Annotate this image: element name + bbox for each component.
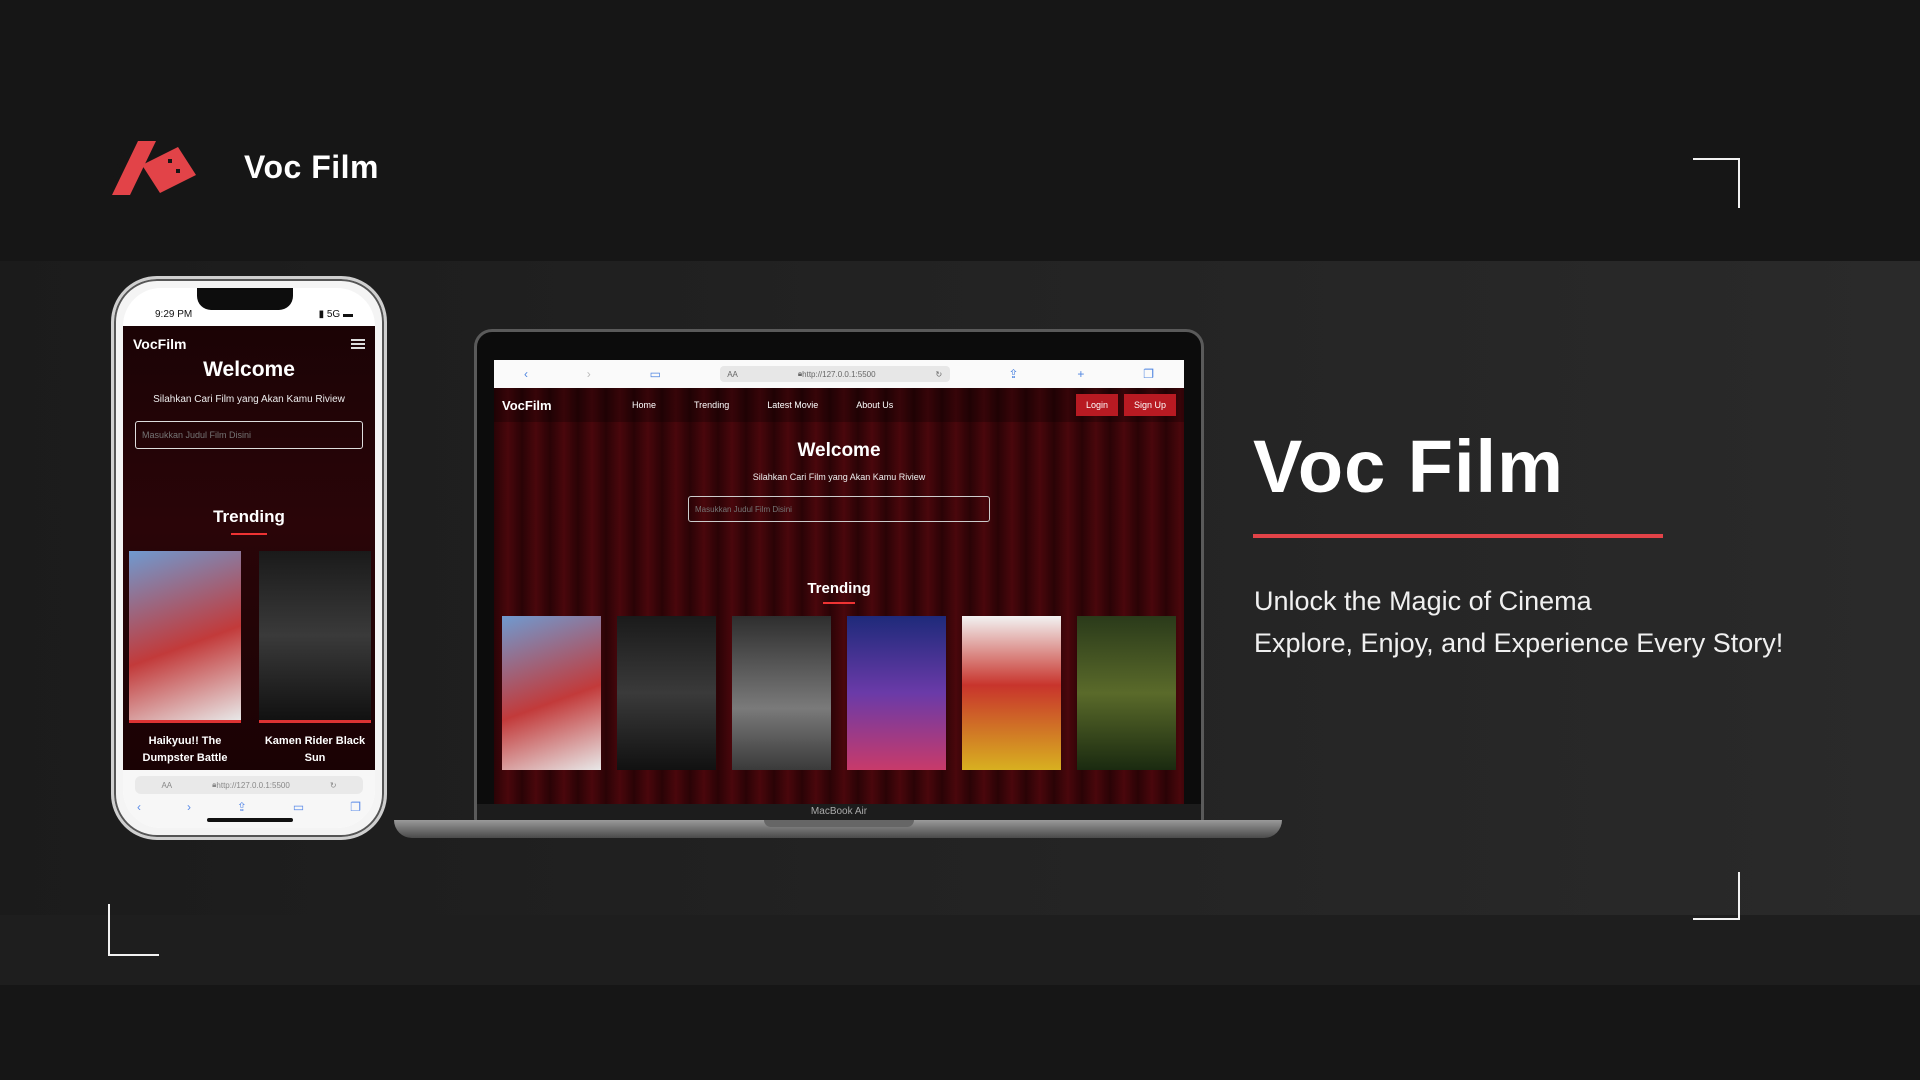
hero-title: Voc Film xyxy=(1253,425,1564,508)
phone-subtitle: Silahkan Cari Film yang Akan Kamu Riview xyxy=(153,394,345,405)
share-icon[interactable]: ⇪ xyxy=(237,800,247,814)
laptop-app-logo[interactable]: VocFilm xyxy=(502,398,632,413)
reload-icon[interactable]: ↻ xyxy=(936,370,943,379)
reload-icon[interactable]: ↻ xyxy=(330,781,337,790)
forward-icon[interactable]: › xyxy=(587,367,591,381)
laptop-model-label: MacBook Air xyxy=(477,804,1201,820)
login-button[interactable]: Login xyxy=(1075,394,1118,416)
poster-card[interactable]: Haikyuu!! The Dumpster Battle xyxy=(129,551,241,767)
laptop-trending-heading: Trending xyxy=(807,580,871,597)
corner-bracket-bottom-right xyxy=(1693,872,1740,920)
laptop-mockup: ‹ › ▭ AA 🔒︎ http://127.0.0.1:5500 ↻ ⇪ + … xyxy=(474,329,1204,823)
phone-poster-row: Haikyuu!! The Dumpster Battle Kamen Ride… xyxy=(123,551,375,767)
hero-tagline-line-1: Unlock the Magic of Cinema xyxy=(1254,586,1592,616)
bookmarks-icon[interactable]: ▭ xyxy=(650,367,661,381)
phone-notch xyxy=(197,288,293,310)
phone-browser-toolbar: ‹ › ⇪ ▭ ❐ xyxy=(123,794,375,814)
laptop-aa-label[interactable]: AA xyxy=(727,370,738,379)
corner-bracket-top-right xyxy=(1693,158,1740,208)
network-label: 5G xyxy=(326,309,341,320)
phone-time: 9:29 PM xyxy=(155,309,193,320)
laptop-screen: ‹ › ▭ AA 🔒︎ http://127.0.0.1:5500 ↻ ⇪ + … xyxy=(494,360,1184,810)
phone-screen: 9:29 PM ▮ 5G ▬ VocFilm Welcome Silahkan … xyxy=(123,288,375,828)
hero-tagline-line-2: Explore, Enjoy, and Experience Every Sto… xyxy=(1254,628,1784,658)
home-indicator xyxy=(207,818,293,822)
back-icon[interactable]: ‹ xyxy=(137,800,141,814)
poster-image[interactable] xyxy=(847,616,946,770)
phone-trending-underline xyxy=(231,533,267,535)
phone-mockup: 9:29 PM ▮ 5G ▬ VocFilm Welcome Silahkan … xyxy=(111,276,387,840)
laptop-browser-bar: ‹ › ▭ AA 🔒︎ http://127.0.0.1:5500 ↻ ⇪ + … xyxy=(494,360,1184,388)
brand-header: Voc Film xyxy=(108,122,379,212)
poster-image[interactable] xyxy=(732,616,831,770)
phone-url-bar[interactable]: AA 🔒︎ http://127.0.0.1:5500 ↻ xyxy=(135,776,363,794)
poster-title: Haikyuu!! The Dumpster Battle xyxy=(142,735,228,764)
brand-name: Voc Film xyxy=(244,148,379,185)
poster-image[interactable] xyxy=(259,551,371,723)
phone-url-text: http://127.0.0.1:5500 xyxy=(216,780,290,790)
poster-image[interactable] xyxy=(962,616,1061,770)
sign-up-button[interactable]: Sign Up xyxy=(1123,394,1176,416)
corner-bracket-bottom-left xyxy=(108,904,159,956)
laptop-hinge-notch xyxy=(764,820,914,827)
phone-navbar: VocFilm xyxy=(123,326,375,352)
poster-card[interactable]: Kamen Rider Black Sun xyxy=(259,551,371,767)
phone-welcome-heading: Welcome xyxy=(203,358,295,381)
film-strip-logo-icon xyxy=(112,141,196,195)
phone-browser-bar: AA 🔒︎ http://127.0.0.1:5500 ↻ ‹ › ⇪ ▭ ❐ xyxy=(123,770,375,828)
tabs-icon[interactable]: ❐ xyxy=(350,800,361,814)
back-icon[interactable]: ‹ xyxy=(524,367,528,381)
new-tab-icon[interactable]: + xyxy=(1077,367,1084,381)
phone-app: VocFilm Welcome Silahkan Cari Film yang … xyxy=(123,326,375,770)
bookmarks-icon[interactable]: ▭ xyxy=(293,800,304,814)
laptop-welcome-heading: Welcome xyxy=(797,440,881,461)
laptop-poster-row xyxy=(494,616,1184,770)
nav-about-us[interactable]: About Us xyxy=(856,400,893,410)
forward-icon[interactable]: › xyxy=(187,800,191,814)
laptop-url-bar[interactable]: AA 🔒︎ http://127.0.0.1:5500 ↻ xyxy=(719,366,950,382)
laptop-nav-links: Home Trending Latest Movie About Us xyxy=(632,400,1070,410)
phone-app-logo[interactable]: VocFilm xyxy=(133,336,186,352)
tabs-icon[interactable]: ❐ xyxy=(1143,367,1154,381)
poster-image[interactable] xyxy=(1077,616,1176,770)
laptop-search-input[interactable] xyxy=(688,496,990,522)
hero-tagline: Unlock the Magic of Cinema Explore, Enjo… xyxy=(1254,580,1904,664)
background-band-lower xyxy=(0,915,1920,985)
nav-home[interactable]: Home xyxy=(632,400,656,410)
laptop-subtitle: Silahkan Cari Film yang Akan Kamu Riview xyxy=(752,472,926,482)
signal-bars-icon: ▮ xyxy=(318,309,325,320)
share-icon[interactable]: ⇪ xyxy=(1009,367,1019,381)
nav-latest-movie[interactable]: Latest Movie xyxy=(767,400,818,410)
phone-aa-label[interactable]: AA xyxy=(161,781,172,790)
battery-icon: ▬ xyxy=(343,309,353,320)
laptop-trending-underline xyxy=(823,602,855,604)
hero-underline xyxy=(1253,534,1663,538)
phone-signal: ▮ 5G ▬ xyxy=(319,309,353,320)
phone-search-input[interactable] xyxy=(135,421,363,449)
laptop-app: VocFilm Home Trending Latest Movie About… xyxy=(494,388,1184,810)
laptop-url-text: http://127.0.0.1:5500 xyxy=(802,369,876,379)
poster-image[interactable] xyxy=(502,616,601,770)
poster-image[interactable] xyxy=(617,616,716,770)
phone-trending-heading: Trending xyxy=(213,507,285,526)
nav-trending[interactable]: Trending xyxy=(694,400,729,410)
hamburger-menu-icon[interactable] xyxy=(351,339,365,349)
poster-image[interactable] xyxy=(129,551,241,723)
poster-title: Kamen Rider Black Sun xyxy=(264,735,366,764)
laptop-navbar: VocFilm Home Trending Latest Movie About… xyxy=(494,388,1184,422)
